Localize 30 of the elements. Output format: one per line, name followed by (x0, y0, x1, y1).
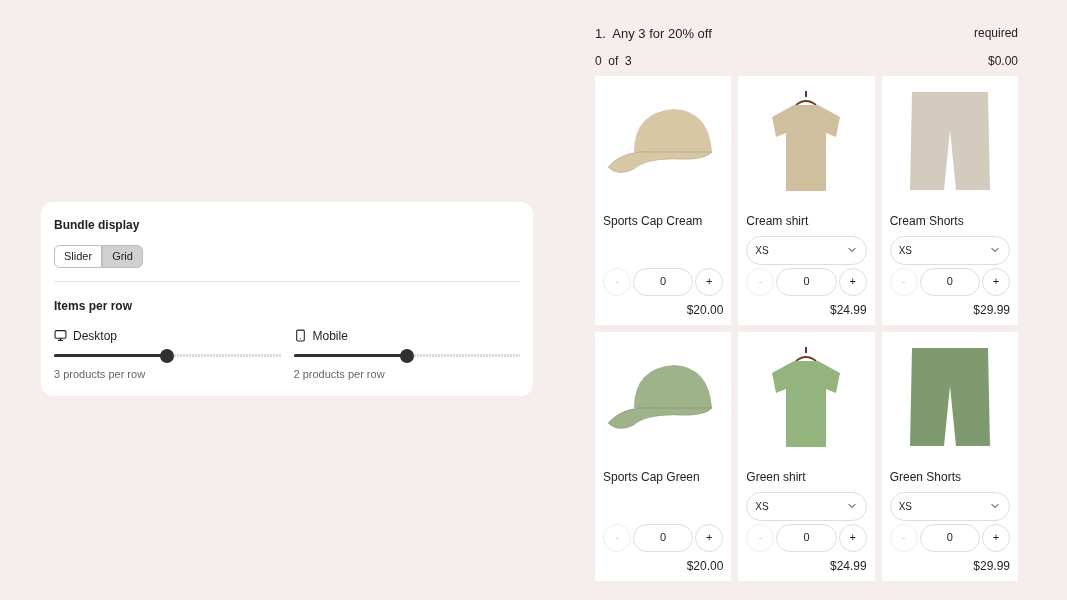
display-toggle[interactable]: Grid (102, 244, 143, 268)
slider-track[interactable] (54, 348, 281, 363)
section-title: Bundle display (54, 216, 141, 234)
product-price: $29.99 (972, 557, 1010, 575)
selection-count: 0 of 3 (595, 52, 632, 70)
product-name: Cream Shorts (889, 212, 965, 230)
product-name: Green shirt (746, 468, 807, 486)
slider-track[interactable] (293, 348, 520, 363)
product-name: Sports Cap Cream (603, 212, 704, 230)
smartphone-icon (293, 329, 307, 343)
slider-reading: 2 products per row (293, 366, 386, 382)
bundle-total: $0.00 (987, 52, 1018, 70)
slider-label: Mobile (312, 327, 348, 345)
section-title: Items per row (54, 297, 134, 315)
product-name: Sports Cap Green (603, 468, 701, 486)
product-name: Cream shirt (746, 212, 810, 230)
product-name: Green Shorts (889, 468, 963, 486)
slider-label: Desktop (73, 327, 118, 345)
product-price: $20.00 (685, 301, 724, 319)
bundle-title: 1. Any 3 for 20% off (595, 25, 712, 43)
display-toggle[interactable]: Slider (54, 244, 103, 268)
slider-thumb[interactable] (160, 348, 175, 363)
product-price: $20.00 (685, 557, 724, 575)
requirement-label: required (973, 25, 1018, 42)
product-price: $24.99 (828, 301, 867, 319)
slider-reading: 3 products per row (54, 366, 147, 382)
monitor-icon (54, 329, 67, 343)
product-price: $29.99 (972, 301, 1010, 319)
slider-thumb[interactable] (399, 348, 414, 363)
product-price: $24.99 (828, 557, 867, 575)
